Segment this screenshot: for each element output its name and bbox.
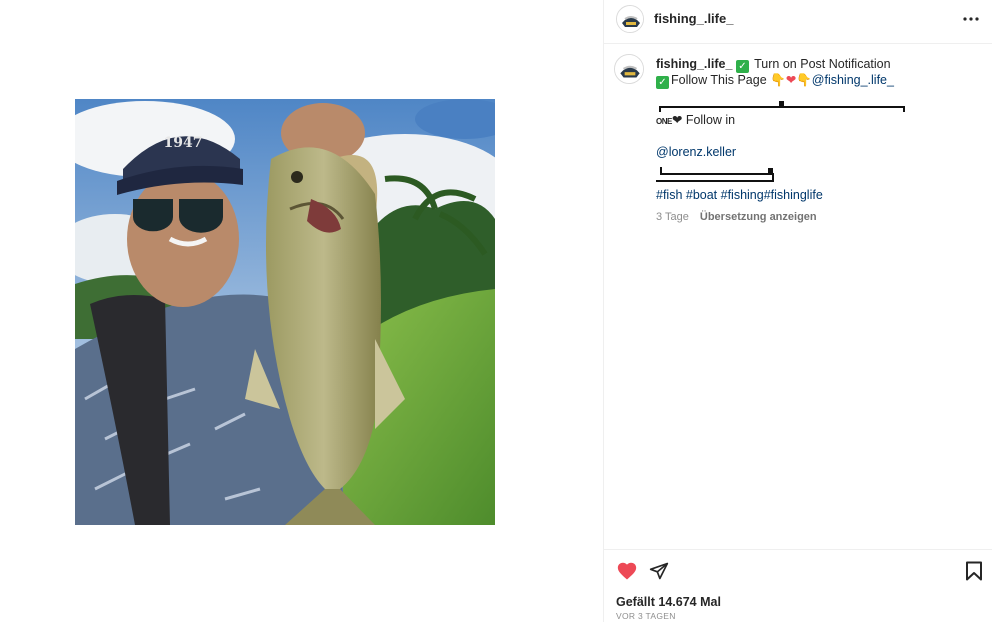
send-icon[interactable] (649, 561, 669, 581)
media-pane: 1947 (0, 0, 603, 622)
frame-bottom-decoration (656, 165, 774, 182)
hashtags[interactable]: #fish #boat #fishing#fishinglife (656, 188, 823, 202)
actions-bar: Gefällt 14.674 Mal VOR 3 TAGEN (604, 549, 992, 622)
mention-link[interactable]: @fishing_.life_ (812, 73, 894, 87)
header-username[interactable]: fishing_.life_ (654, 11, 733, 26)
frame-top-decoration (659, 101, 905, 112)
heart-filled-icon[interactable] (616, 560, 638, 582)
avatar[interactable] (616, 5, 644, 33)
caption-text: fishing_.life_ ✓ Turn on Post Notificati… (656, 57, 976, 224)
comments-panel: fishing_.life_ fishing_.life_ ✓ Turn on … (603, 0, 992, 622)
post-age: 3 Tage (656, 210, 689, 223)
translate-button[interactable]: Übersetzung anzeigen (700, 211, 817, 223)
caption-username[interactable]: fishing_.life_ (656, 57, 732, 71)
post-photo[interactable]: 1947 (75, 99, 495, 525)
pointing-down-icon: 👇 (770, 73, 786, 87)
svg-text:1947: 1947 (164, 135, 203, 151)
post-timestamp: VOR 3 TAGEN (616, 611, 676, 621)
black-heart-icon: ❤ (671, 113, 683, 127)
check-mark-icon: ✓ (656, 76, 669, 89)
bookmark-icon[interactable] (965, 561, 983, 581)
more-horizontal-icon[interactable] (961, 9, 981, 29)
pointing-down-icon: 👇 (796, 73, 812, 87)
lorenz-mention-link[interactable]: @lorenz.keller (656, 145, 736, 159)
red-heart-icon: ❤ (785, 73, 797, 87)
check-mark-icon: ✓ (735, 60, 749, 73)
post-header: fishing_.life_ (604, 0, 992, 44)
caption-line-2: Follow This Page (671, 73, 767, 87)
avatar[interactable] (614, 54, 644, 84)
caption-line-1: Turn on Post Notification (754, 57, 891, 71)
one-arrow-icon: ONE (656, 117, 672, 126)
comment-meta: 3 Tage Übersetzung anzeigen (656, 210, 976, 225)
caption-follow: Follow in (685, 113, 736, 127)
likes-count[interactable]: Gefällt 14.674 Mal (616, 595, 721, 609)
